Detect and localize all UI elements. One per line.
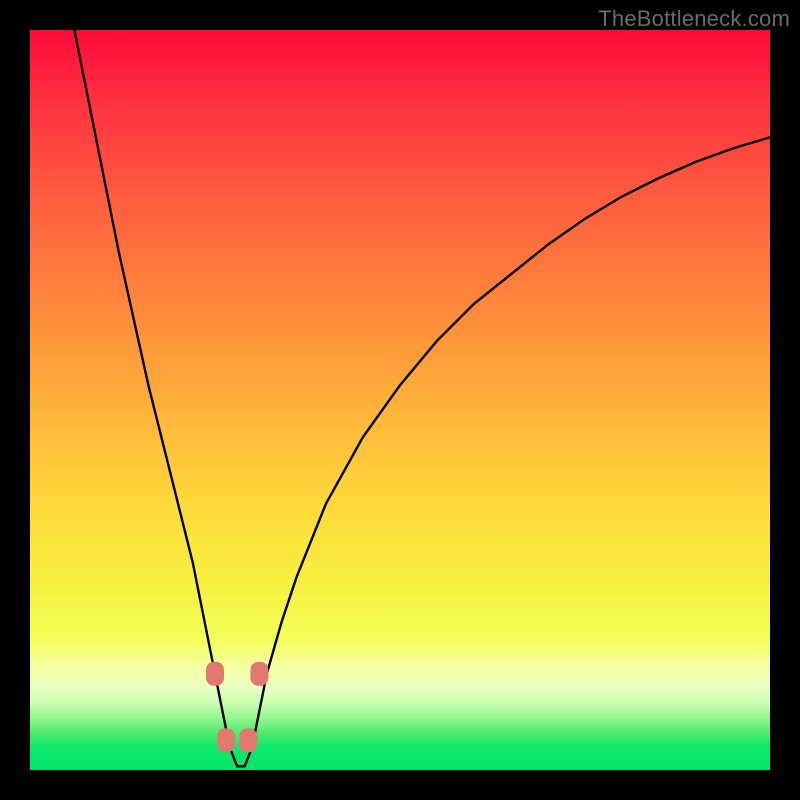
marker-left-upper [206, 662, 224, 686]
bottleneck-curve [74, 30, 770, 766]
marker-left-lower [217, 728, 235, 752]
watermark-text: TheBottleneck.com [598, 6, 790, 32]
plot-svg [30, 30, 770, 770]
chart-frame: TheBottleneck.com [0, 0, 800, 800]
plot-area [30, 30, 770, 770]
marker-right-upper [250, 662, 268, 686]
marker-right-lower [239, 728, 257, 752]
